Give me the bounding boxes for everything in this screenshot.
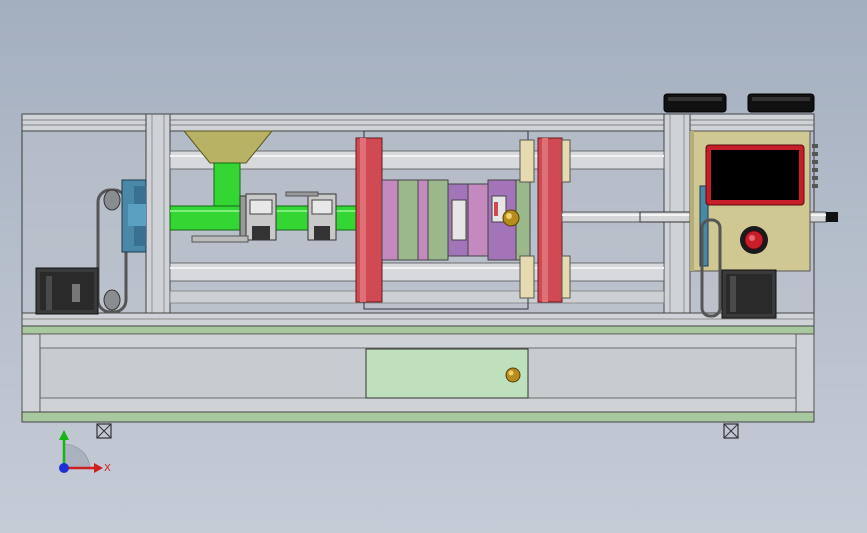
heater-band-2	[307, 193, 337, 241]
middle-rail	[21, 312, 815, 328]
cooling-fans	[663, 93, 815, 113]
axis-triad: X	[59, 430, 111, 474]
cad-viewport[interactable]: X	[0, 0, 867, 533]
drawer-knob	[505, 367, 521, 383]
foot-right	[723, 423, 739, 439]
bottom-base	[21, 411, 815, 423]
fixed-platen	[355, 137, 383, 303]
drawer-front	[365, 348, 529, 399]
top-rail	[21, 113, 815, 132]
base-green-strip	[21, 325, 815, 335]
x-axis-label: X	[104, 463, 111, 474]
heater-band-1	[245, 193, 277, 241]
left-post	[145, 113, 171, 327]
lcd-screen	[705, 144, 805, 206]
stepper-motor-right	[721, 269, 777, 319]
mold-stack	[381, 179, 531, 261]
emergency-stop	[740, 226, 768, 254]
injection-molding-machine-drawing: X	[21, 93, 838, 474]
z-axis	[59, 463, 69, 473]
foot-left	[96, 423, 112, 439]
feed-throat	[213, 162, 241, 208]
